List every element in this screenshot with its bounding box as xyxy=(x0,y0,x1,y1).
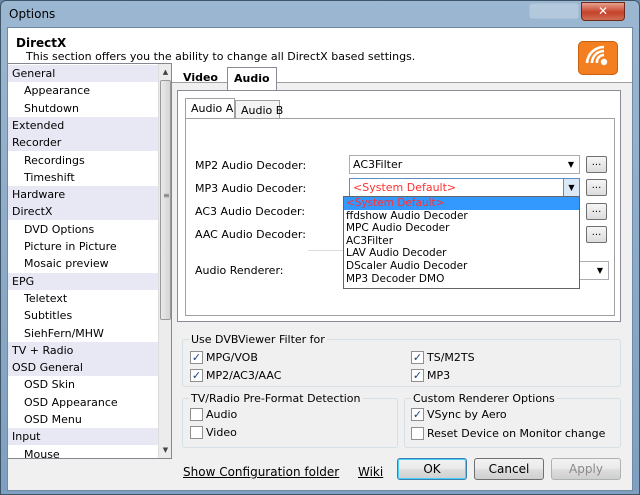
tab-audio-a[interactable]: Audio A xyxy=(185,98,235,120)
sidebar-item-recordings[interactable]: Recordings xyxy=(8,152,158,169)
cancel-button[interactable]: Cancel xyxy=(474,458,544,480)
mp2-ac3-aac-label: MP2/AC3/AAC xyxy=(206,369,282,382)
dropdown-option[interactable]: <System Default> xyxy=(344,197,579,210)
ok-button[interactable]: OK xyxy=(397,458,467,480)
dvbviewer-logo-icon xyxy=(578,41,618,75)
ac3-browse-button[interactable]: ... xyxy=(586,203,607,220)
sidebar-item-osd-menu[interactable]: OSD Menu xyxy=(8,411,158,428)
preformat-title: TV/Radio Pre-Format Detection xyxy=(189,392,363,405)
dropdown-option[interactable]: MP3 Decoder DMO xyxy=(344,273,579,286)
mp2-decoder-label: MP2 Audio Decoder: xyxy=(195,159,307,172)
chevron-down-icon: ▼ xyxy=(563,179,579,196)
mp3-checkbox[interactable]: ✓ xyxy=(411,369,424,382)
mp3-label: MP3 xyxy=(427,369,451,382)
preformat-group: TV/Radio Pre-Format Detection xyxy=(182,392,398,448)
video-detect-checkbox[interactable] xyxy=(190,426,203,439)
mp2-ac3-aac-checkbox[interactable]: ✓ xyxy=(190,369,203,382)
scrollbar-thumb[interactable]: ≡ xyxy=(160,80,171,320)
ts-m2ts-label: TS/M2TS xyxy=(427,351,475,364)
sidebar-item-tv-radio[interactable]: TV + Radio xyxy=(8,341,158,359)
dropdown-option[interactable]: MPC Audio Decoder xyxy=(344,222,579,235)
mp3-decoder-label: MP3 Audio Decoder: xyxy=(195,182,307,195)
video-detect-label: Video xyxy=(206,426,237,439)
audio-detect-label: Audio xyxy=(206,408,238,421)
sidebar-item-osd-skin[interactable]: OSD Skin xyxy=(8,376,158,393)
tab-video[interactable]: Video xyxy=(177,67,224,89)
chevron-down-icon: ▼ xyxy=(567,160,575,169)
mpg-vob-label: MPG/VOB xyxy=(206,351,258,364)
aac-browse-button[interactable]: ... xyxy=(586,226,607,243)
apply-button[interactable]: Apply xyxy=(551,458,621,480)
mp3-decoder-value: <System Default> xyxy=(353,181,457,194)
ts-m2ts-checkbox[interactable]: ✓ xyxy=(411,351,424,364)
aac-decoder-label: AAC Audio Decoder: xyxy=(195,228,306,241)
sidebar-item-appearance[interactable]: Appearance xyxy=(8,82,158,99)
audio-detect-checkbox[interactable] xyxy=(190,408,203,421)
audio-renderer-label: Audio Renderer: xyxy=(195,264,284,277)
section-description: This section offers you the ability to c… xyxy=(26,50,416,63)
dvb-filter-title: Use DVBViewer Filter for xyxy=(189,333,327,346)
sidebar-item-osd-general[interactable]: OSD General xyxy=(8,359,158,377)
title-bar[interactable]: Options ✕ xyxy=(1,1,639,27)
dropdown-option[interactable]: LAV Audio Decoder xyxy=(344,247,579,260)
dropdown-option[interactable]: DScaler Audio Decoder xyxy=(344,260,579,273)
mp2-browse-button[interactable]: ... xyxy=(586,156,607,173)
sidebar-item-mouse[interactable]: Mouse xyxy=(8,446,158,458)
renderer-options-title: Custom Renderer Options xyxy=(411,392,557,405)
close-button[interactable]: ✕ xyxy=(581,2,625,21)
mp3-browse-button[interactable]: ... xyxy=(586,179,607,196)
section-title: DirectX xyxy=(16,36,67,50)
chevron-down-icon: ▼ xyxy=(596,266,604,275)
sidebar-item-input[interactable]: Input xyxy=(8,428,158,446)
grip-icon: ≡ xyxy=(163,191,170,200)
sidebar-item-timeshift[interactable]: Timeshift xyxy=(8,169,158,186)
mp3-decoder-select[interactable]: <System Default> ▼ xyxy=(349,178,580,197)
tab-audio[interactable]: Audio xyxy=(227,67,277,91)
sidebar-item-picture-in-picture[interactable]: Picture in Picture xyxy=(8,238,158,255)
sidebar-item-hardware[interactable]: Hardware xyxy=(8,186,158,204)
scroll-up-icon[interactable]: ▲ xyxy=(159,64,171,80)
scrollbar[interactable]: ▲ ≡ ▼ xyxy=(158,64,171,458)
scroll-down-icon[interactable]: ▼ xyxy=(159,442,171,458)
mp3-decoder-dropdown-list[interactable]: <System Default> ffdshow Audio Decoder MPC… xyxy=(343,196,580,289)
sidebar-item-mosaic-preview[interactable]: Mosaic preview xyxy=(8,255,158,272)
category-tree[interactable]: General Appearance Shutdown Extended Recorde… xyxy=(7,63,172,459)
sidebar-item-epg[interactable]: EPG xyxy=(8,272,158,290)
tab-audio-b[interactable]: Audio B xyxy=(235,100,283,118)
reset-device-checkbox[interactable] xyxy=(411,427,424,440)
sidebar-item-extended[interactable]: Extended xyxy=(8,116,158,134)
close-icon: ✕ xyxy=(597,4,609,18)
vsync-aero-checkbox[interactable]: ✓ xyxy=(411,408,424,421)
reset-device-label: Reset Device on Monitor change xyxy=(427,427,606,440)
wiki-link[interactable]: Wiki xyxy=(358,465,383,479)
sidebar-item-osd-appearance[interactable]: OSD Appearance xyxy=(8,394,158,411)
audio-renderer-select[interactable]: ▼ xyxy=(578,261,609,280)
renderer-options-group: Custom Renderer Options xyxy=(404,392,621,448)
background-window-button xyxy=(529,3,579,19)
sidebar-item-siehfern-mhw[interactable]: SiehFern/MHW xyxy=(8,325,158,342)
sidebar-item-shutdown[interactable]: Shutdown xyxy=(8,100,158,117)
mpg-vob-checkbox[interactable]: ✓ xyxy=(190,351,203,364)
sidebar-item-dvd-options[interactable]: DVD Options xyxy=(8,221,158,238)
sidebar-item-teletext[interactable]: Teletext xyxy=(8,290,158,307)
window-title: Options xyxy=(9,7,56,21)
mp2-decoder-value: AC3Filter xyxy=(353,158,403,171)
vsync-aero-label: VSync by Aero xyxy=(427,408,507,421)
mp2-decoder-select[interactable]: AC3Filter ▼ xyxy=(349,155,580,174)
dropdown-option[interactable]: AC3Filter xyxy=(344,235,579,248)
dropdown-option[interactable]: ffdshow Audio Decoder xyxy=(344,210,579,223)
sidebar-item-subtitles[interactable]: Subtitles xyxy=(8,307,158,324)
show-config-folder-link[interactable]: Show Configuration folder xyxy=(183,465,339,479)
sidebar-item-directx[interactable]: DirectX xyxy=(8,203,158,221)
options-window: Options ✕ DirectX This section offers yo… xyxy=(0,0,640,495)
sidebar-item-general[interactable]: General xyxy=(8,65,158,82)
main-tabs: Video Audio xyxy=(177,67,287,91)
ac3-decoder-label: AC3 Audio Decoder: xyxy=(195,205,306,218)
sidebar-item-recorder[interactable]: Recorder xyxy=(8,134,158,152)
